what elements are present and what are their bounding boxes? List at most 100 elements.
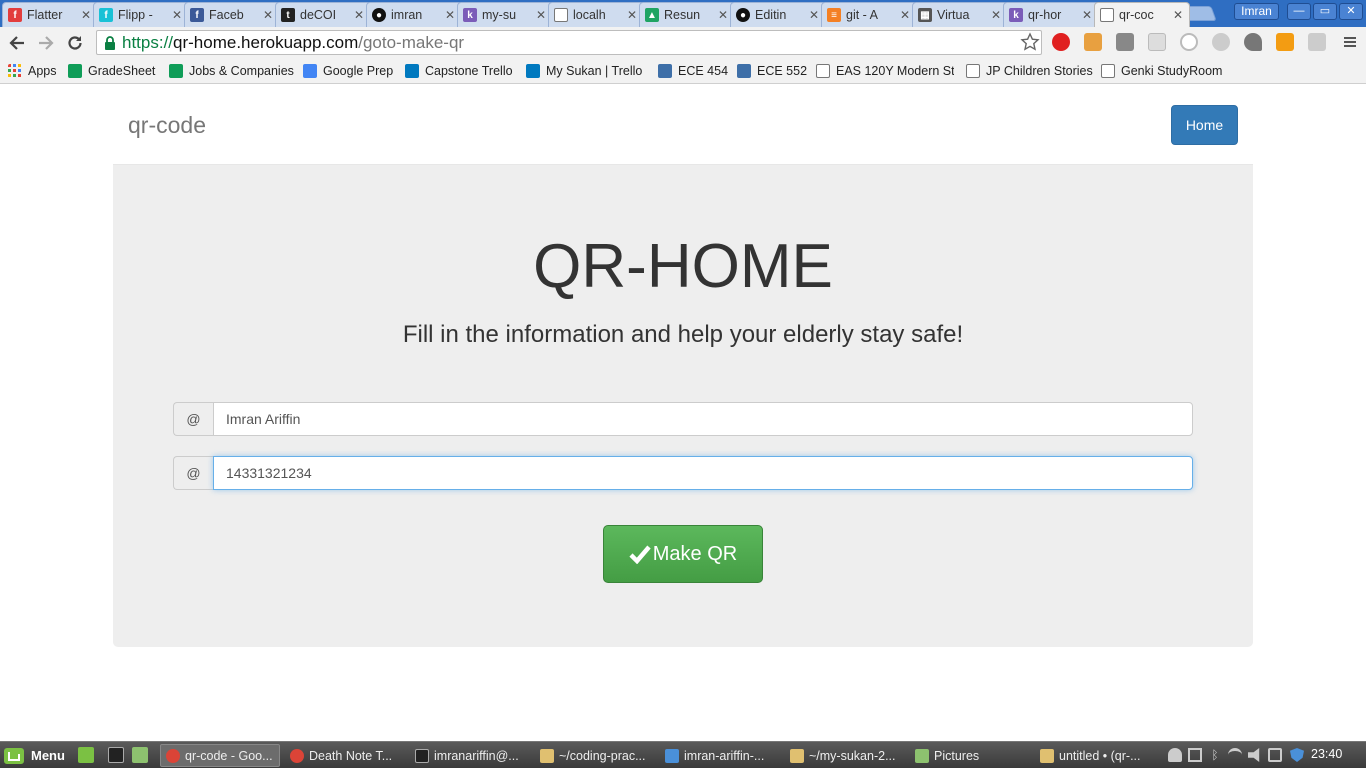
bookmark-ece-454[interactable]: ECE 454	[658, 62, 728, 80]
reload-button[interactable]	[63, 31, 87, 55]
reload-icon	[68, 36, 82, 50]
taskbar-window-pictures[interactable]: Pictures	[910, 744, 1030, 767]
bookmark-gradesheet[interactable]: GradeSheet	[68, 62, 155, 80]
browser-tab[interactable]: k qr-hor ✕	[1003, 2, 1099, 27]
taskbar-window-document[interactable]: imran-ariffin-...	[660, 744, 780, 767]
bookmark-star-button[interactable]	[1018, 30, 1042, 54]
bookmark-label: GradeSheet	[88, 64, 156, 78]
chrome-menu-button[interactable]	[1338, 30, 1362, 54]
home-button[interactable]: Home	[1171, 105, 1238, 145]
close-tab-icon[interactable]: ✕	[1081, 8, 1093, 22]
close-tab-icon[interactable]: ✕	[626, 8, 638, 22]
browser-tab[interactable]: f Flatter ✕	[2, 2, 98, 27]
phone-input[interactable]	[213, 456, 1193, 490]
close-tab-icon[interactable]: ✕	[717, 8, 729, 22]
browser-tab[interactable]: f Flipp - ✕	[93, 2, 189, 27]
browser-tab[interactable]: k my-su ✕	[457, 2, 553, 27]
profile-button[interactable]: Imran	[1234, 3, 1279, 20]
screenshot-icon[interactable]	[1188, 748, 1202, 762]
at-sign-addon: @	[173, 456, 213, 490]
bookmark-label: ECE 552	[757, 64, 808, 78]
address-bar[interactable]: https://qr-home.herokuapp.com/goto-make-…	[96, 30, 1042, 55]
phone-input-group: @	[173, 456, 1193, 490]
extension-icon[interactable]	[1244, 33, 1262, 51]
taskbar-window-my-sukan[interactable]: ~/my-sukan-2...	[785, 744, 905, 767]
browser-tab[interactable]: f Faceb ✕	[184, 2, 280, 27]
page-subtitle: Fill in the information and help your el…	[402, 321, 964, 348]
tab-favicon-icon: f	[8, 8, 22, 22]
volume-icon[interactable]	[1248, 748, 1260, 762]
forward-button[interactable]	[34, 31, 58, 55]
browser-tab[interactable]: ▲ Resun ✕	[639, 2, 735, 27]
tab-title: git - A	[846, 8, 878, 22]
window-label: imranariffin@...	[434, 748, 519, 763]
sublime-text-icon	[790, 748, 804, 763]
taskbar-window-death-note[interactable]: Death Note T...	[285, 744, 405, 767]
bookmark-jp-children-stories[interactable]: JP Children Stories	[966, 62, 1093, 80]
navbar-brand[interactable]: qr-code	[128, 112, 206, 139]
tab-title: deCOI	[300, 8, 337, 22]
taskbar-window-terminal[interactable]: imranariffin@...	[410, 744, 530, 767]
close-tab-icon[interactable]: ✕	[1172, 8, 1184, 22]
close-tab-icon[interactable]: ✕	[80, 8, 92, 22]
back-button[interactable]	[5, 31, 29, 55]
update-manager-shield-icon[interactable]	[1290, 748, 1304, 762]
taskbar-window-qr-code[interactable]: qr-code - Goo...	[160, 744, 280, 767]
tab-title: Flipp -	[118, 8, 153, 22]
browser-tab[interactable]: ● Editin ✕	[730, 2, 826, 27]
browser-tab[interactable]: localh ✕	[548, 2, 644, 27]
extension-icon[interactable]	[1180, 33, 1198, 51]
bookmark-capstone-trello[interactable]: Capstone Trello	[405, 62, 513, 80]
bookmark-ece-552[interactable]: ECE 552	[737, 62, 807, 80]
adblock-extension-icon[interactable]	[1052, 33, 1070, 51]
bookmark-label: Jobs & Companies	[189, 64, 294, 78]
browser-tab[interactable]: ▦ Virtua ✕	[912, 2, 1008, 27]
bluetooth-icon[interactable]: ᛒ	[1208, 748, 1222, 762]
start-menu-button[interactable]: Menu	[3, 745, 65, 766]
show-desktop-icon[interactable]	[78, 747, 94, 763]
close-tab-icon[interactable]: ✕	[990, 8, 1002, 22]
bookmark-jobs-companies[interactable]: Jobs & Companies	[169, 62, 294, 80]
extension-icon[interactable]	[1084, 33, 1102, 51]
browser-tab-active[interactable]: qr-coc ✕	[1094, 2, 1190, 27]
files-launcher-icon[interactable]	[132, 747, 148, 763]
bookmark-eas-120y[interactable]: EAS 120Y Modern St	[816, 62, 954, 80]
bookmark-label: JP Children Stories	[986, 64, 1093, 78]
browser-tab[interactable]: ≡ git - A ✕	[821, 2, 917, 27]
clock[interactable]: 23:40	[1311, 747, 1342, 761]
bookmark-google-prep[interactable]: Google Prep	[303, 62, 393, 80]
close-tab-icon[interactable]: ✕	[262, 8, 274, 22]
tab-title: qr-hor	[1028, 8, 1062, 22]
close-tab-icon[interactable]: ✕	[353, 8, 365, 22]
bookmark-my-sukan-trello[interactable]: My Sukan | Trello	[526, 62, 642, 80]
github-icon: ●	[736, 8, 750, 22]
extension-icon[interactable]	[1212, 33, 1230, 51]
maximize-button[interactable]: ▭	[1313, 3, 1337, 20]
bookmark-genki-studyroom[interactable]: Genki StudyRoom	[1101, 62, 1222, 80]
taskbar-window-untitled[interactable]: untitled • (qr-...	[1035, 744, 1155, 767]
grid-icon: ▦	[918, 8, 932, 22]
extension-icon[interactable]	[1148, 33, 1166, 51]
wifi-icon[interactable]	[1228, 748, 1242, 762]
extension-icon[interactable]	[1276, 33, 1294, 51]
close-tab-icon[interactable]: ✕	[535, 8, 547, 22]
chrome-icon	[166, 748, 180, 763]
close-tab-icon[interactable]: ✕	[171, 8, 183, 22]
close-tab-icon[interactable]: ✕	[899, 8, 911, 22]
taskbar-window-coding-prac[interactable]: ~/coding-prac...	[535, 744, 655, 767]
hamburger-menu-icon	[1344, 37, 1356, 47]
close-tab-icon[interactable]: ✕	[808, 8, 820, 22]
browser-tab[interactable]: ● imran ✕	[366, 2, 462, 27]
close-tab-icon[interactable]: ✕	[444, 8, 456, 22]
extension-icon[interactable]	[1308, 33, 1326, 51]
name-input[interactable]	[213, 402, 1193, 436]
close-window-button[interactable]: ✕	[1339, 3, 1363, 20]
browser-tab[interactable]: t deCOI ✕	[275, 2, 371, 27]
minimize-button[interactable]: —	[1287, 3, 1311, 20]
user-icon[interactable]	[1168, 748, 1182, 762]
terminal-launcher-icon[interactable]	[108, 747, 124, 763]
make-qr-button[interactable]: Make QR	[603, 525, 763, 583]
extension-icon[interactable]	[1116, 33, 1134, 51]
battery-icon[interactable]	[1268, 748, 1282, 762]
bookmark-apps[interactable]: Apps	[8, 62, 57, 80]
